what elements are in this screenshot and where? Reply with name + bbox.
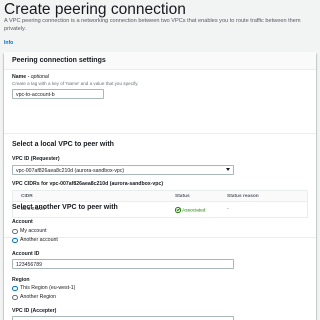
status-text: Associated — [182, 208, 206, 214]
check-circle-icon — [175, 207, 181, 213]
page-title: Create peering connection — [4, 1, 186, 18]
radio-another-region-circle[interactable] — [12, 294, 18, 300]
vpc-id-requester-label: VPC ID (Requester) — [12, 156, 60, 162]
local-vpc-heading: Select a local VPC to peer with — [12, 141, 114, 148]
optional-marker: - optional — [27, 74, 49, 80]
radio-this-region-label: This Region (eu-west-1) — [20, 285, 76, 291]
vpc-id-requester-value: vpc-007af826aea8c210d (aurora-sandbox-vp… — [16, 167, 125, 174]
name-input[interactable]: vpc-to-account-b — [12, 89, 104, 99]
vpc-cidrs-label: VPC CIDRs for vpc-007af826aea8c210d (aur… — [12, 181, 164, 187]
radio-my-account-label: My account — [20, 228, 47, 234]
peer-vpc-heading: Select another VPC to peer with — [12, 204, 118, 211]
section-divider — [4, 133, 316, 134]
account-id-input[interactable]: 123456789 — [12, 259, 234, 269]
name-label: Name - optional — [12, 74, 49, 80]
page-description: A VPC peering connection is a networking… — [4, 18, 301, 32]
container-header: Peering connection settings — [4, 52, 316, 70]
vpc-id-requester-select[interactable]: vpc-007af826aea8c210d (aurora-sandbox-vp… — [12, 165, 234, 175]
info-link[interactable]: Info — [4, 40, 13, 46]
radio-another-account-label: Another account — [20, 237, 58, 243]
radio-another-region-label: Another Region — [20, 294, 57, 300]
page-header: Create peering connection A VPC peering … — [4, 0, 316, 48]
name-label-text: Name — [12, 74, 27, 80]
settings-heading: Peering connection settings — [12, 57, 106, 64]
status-cell: Associated — [175, 207, 205, 214]
vpc-id-accepter-select[interactable] — [12, 316, 234, 320]
peering-settings-container: Peering connection settings Name - optio… — [4, 52, 316, 320]
column-header-cidr: CIDR — [21, 194, 33, 199]
radio-my-account-circle[interactable] — [12, 228, 18, 234]
column-header-status-reason: Status reason — [227, 194, 259, 199]
name-hint: Create a tag with a key of 'Name' and a … — [12, 81, 139, 86]
radio-this-region-circle[interactable] — [12, 285, 18, 291]
column-header-status: Status — [175, 194, 190, 199]
table-header: CIDR Status Status reason — [13, 191, 307, 202]
radio-another-account-circle[interactable] — [12, 237, 18, 243]
status-reason-cell: - — [227, 207, 229, 212]
caret-down-icon — [226, 168, 230, 171]
